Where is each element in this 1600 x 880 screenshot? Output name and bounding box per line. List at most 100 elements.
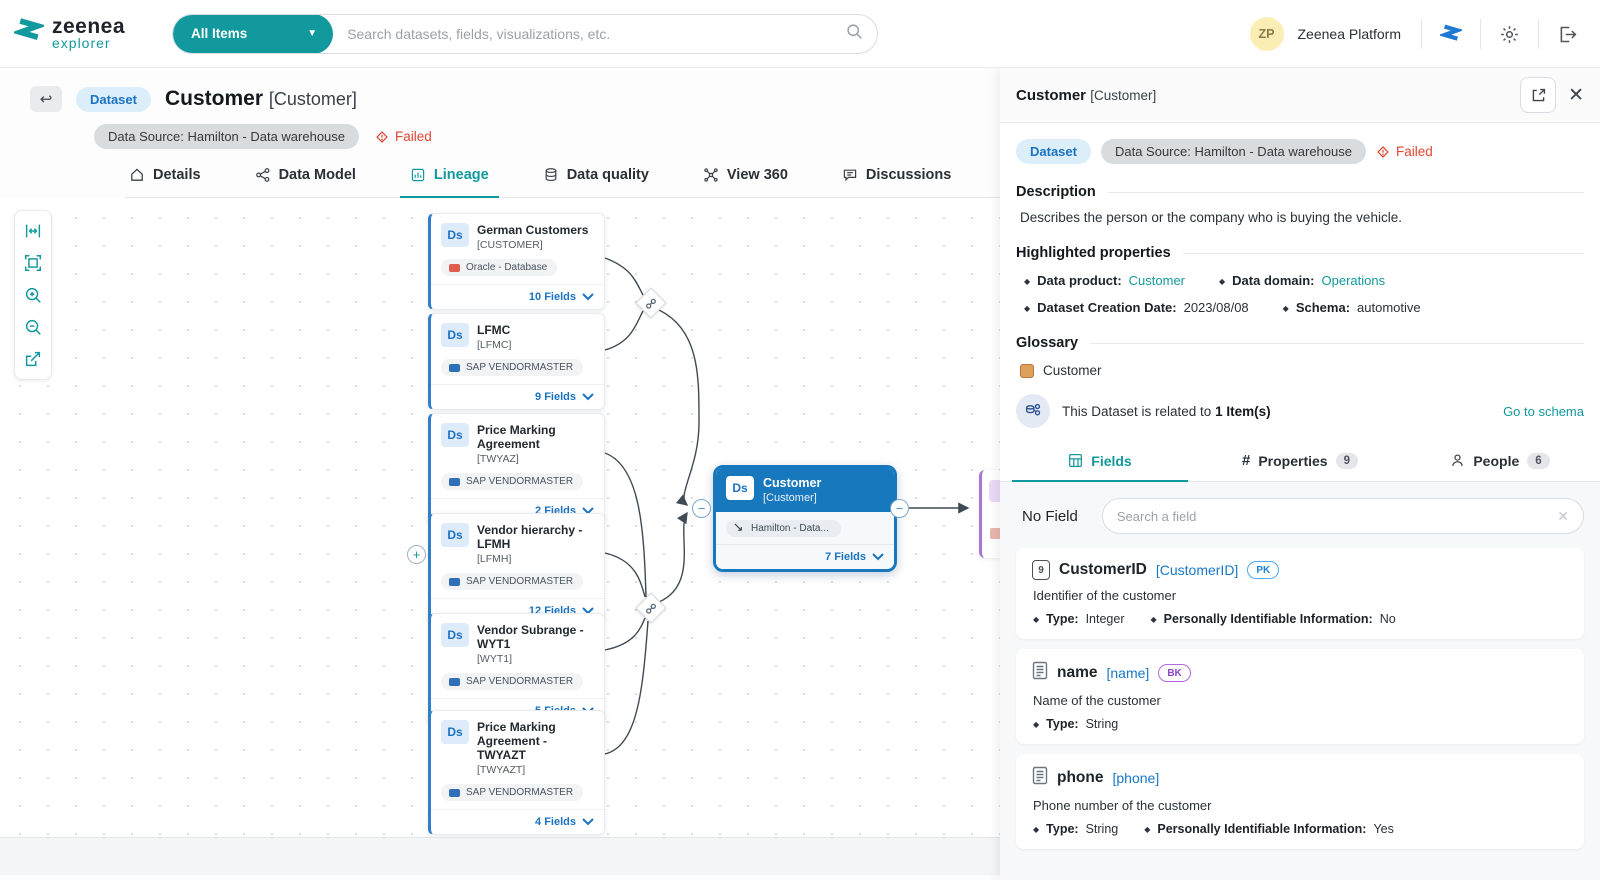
field-search-input[interactable] <box>1117 509 1557 524</box>
scope-selector-label: All Items <box>191 26 247 41</box>
fit-width-icon[interactable] <box>16 215 50 247</box>
node-title: German Customers <box>477 223 588 237</box>
lineage-node-partial[interactable] <box>979 470 1000 558</box>
lineage-node-german-customers[interactable]: Ds German Customers [CUSTOMER] Oracle - … <box>428 213 605 310</box>
prop-value: Yes <box>1373 822 1393 836</box>
zoom-in-icon[interactable] <box>16 279 50 311</box>
field-card-customerid[interactable]: 9 CustomerID [CustomerID] PK Identifier … <box>1016 548 1584 639</box>
details-panel: Customer [Customer] ✕ Dataset Data Sourc… <box>1000 68 1600 880</box>
search-input[interactable] <box>333 26 846 42</box>
property-schema: ◆Schema:automotive <box>1283 300 1421 315</box>
collapse-upstream-port[interactable]: − <box>692 499 711 518</box>
lineage-node-lfmc[interactable]: Ds LFMC [LFMC] SAP VENDORMASTER 9 Fields <box>428 313 605 410</box>
divider <box>1480 19 1481 49</box>
dataset-type-icon: Ds <box>441 523 469 547</box>
clear-search-icon[interactable]: ✕ <box>1557 508 1569 525</box>
fields-expander[interactable]: 9 Fields <box>431 384 604 409</box>
sap-icon <box>449 789 460 797</box>
settings-gear-icon[interactable] <box>1495 20 1524 49</box>
diamond-bullet-icon: ◆ <box>1219 277 1225 286</box>
search-icon[interactable] <box>846 23 863 45</box>
panel-tabs: Fields # Properties 9 People 6 <box>1000 442 1600 482</box>
diamond-bullet-icon: ◆ <box>1144 825 1150 834</box>
topbar: zeenea explorer All Items ▼ ZP Zeenea Pl… <box>0 0 1600 68</box>
go-to-schema-link[interactable]: Go to schema <box>1503 404 1584 419</box>
tab-data-quality[interactable]: Data quality <box>539 167 653 197</box>
no-field-label: No Field <box>1022 508 1078 525</box>
diamond-bullet-icon: ◆ <box>1024 277 1030 286</box>
tab-details[interactable]: Details <box>125 167 205 197</box>
home-icon <box>129 167 145 183</box>
model-icon <box>255 167 271 183</box>
failed-diamond-icon <box>1376 145 1390 159</box>
open-in-full-icon[interactable] <box>1520 77 1556 113</box>
connection-tag: SAP VENDORMASTER <box>441 784 583 801</box>
highlighted-properties-heading: Highlighted properties <box>1016 245 1171 261</box>
schema-icon <box>1016 394 1050 428</box>
field-code: [name] <box>1107 665 1150 681</box>
field-card-phone[interactable]: phone [phone] Phone number of the custom… <box>1016 754 1584 849</box>
connection-label: Oracle - Database <box>466 262 547 273</box>
close-icon[interactable]: ✕ <box>1568 84 1584 107</box>
bi-tool-icon <box>990 528 1000 539</box>
lineage-node-price-marking-twyazt[interactable]: Ds Price Marking Agreement - TWYAZT [TWY… <box>428 710 605 835</box>
panel-tab-people[interactable]: People 6 <box>1400 442 1600 481</box>
field-prop-pii: ◆Personally Identifiable Information:Yes <box>1144 822 1394 836</box>
zoom-out-icon[interactable] <box>16 311 50 343</box>
logo-brand: zeenea <box>52 17 125 37</box>
user-avatar[interactable]: ZP <box>1250 17 1284 51</box>
dataset-type-icon: Ds <box>441 323 469 347</box>
export-icon[interactable] <box>16 343 50 375</box>
fields-expander[interactable]: 7 Fields <box>716 544 894 569</box>
person-icon <box>1450 453 1465 468</box>
lineage-node-price-marking-agreement[interactable]: Ds Price Marking Agreement [TWYAZ] SAP V… <box>428 413 605 524</box>
node-code: [Customer] <box>763 492 821 504</box>
field-card-name[interactable]: name [name] BK Name of the customer ◆Typ… <box>1016 649 1584 744</box>
process-node[interactable] <box>635 287 666 318</box>
diamond-bullet-icon: ◆ <box>1033 720 1039 729</box>
main-tabs: Details Data Model Lineage Data quality … <box>125 167 1030 198</box>
divider <box>1183 253 1584 254</box>
fields-count: 9 Fields <box>535 391 576 403</box>
prop-label: Personally Identifiable Information: <box>1164 612 1373 626</box>
panel-tab-fields[interactable]: Fields <box>1000 442 1200 481</box>
node-title: Vendor Subrange - WYT1 <box>477 623 594 651</box>
status-label: Failed <box>1396 144 1433 159</box>
tab-discussions[interactable]: Discussions <box>838 167 955 197</box>
prop-label: Type: <box>1046 822 1078 836</box>
expand-upstream-port[interactable]: + <box>407 545 426 564</box>
fields-count: 10 Fields <box>529 291 576 303</box>
process-node[interactable] <box>635 592 666 623</box>
text-type-icon <box>1032 766 1048 790</box>
fields-expander[interactable]: 10 Fields <box>431 284 604 309</box>
connection-label: Hamilton - Data... <box>751 523 829 534</box>
property-value-link[interactable]: Operations <box>1322 273 1386 288</box>
platform-app-icon[interactable] <box>1436 19 1466 49</box>
panel-tab-properties[interactable]: # Properties 9 <box>1200 442 1400 481</box>
lineage-canvas[interactable]: Ds German Customers [CUSTOMER] Oracle - … <box>0 198 1000 838</box>
glossary-term[interactable]: Customer <box>1020 363 1584 378</box>
sap-icon <box>449 578 460 586</box>
panel-header: Customer [Customer] ✕ <box>1000 68 1600 123</box>
tab-data-model[interactable]: Data Model <box>251 167 360 197</box>
tab-view-360[interactable]: View 360 <box>699 167 792 197</box>
collapse-downstream-port[interactable]: − <box>890 499 909 518</box>
logout-icon[interactable] <box>1553 20 1582 49</box>
back-button[interactable]: ↩ <box>30 86 62 112</box>
dataset-type-icon: Ds <box>441 223 469 247</box>
property-label: Data product: <box>1037 273 1122 288</box>
tab-lineage[interactable]: Lineage <box>406 167 493 197</box>
link-icon <box>646 298 657 309</box>
sap-icon <box>449 478 460 486</box>
database-icon <box>543 167 559 183</box>
lineage-node-customer-focused[interactable]: Ds Customer [Customer] Hamilton - Data..… <box>713 465 897 572</box>
dataset-type-icon: Ds <box>726 476 754 500</box>
fit-screen-icon[interactable] <box>16 247 50 279</box>
property-value-link[interactable]: Customer <box>1129 273 1185 288</box>
lineage-node-vendor-subrange[interactable]: Ds Vendor Subrange - WYT1 [WYT1] SAP VEN… <box>428 613 605 724</box>
lineage-node-vendor-hierarchy[interactable]: Ds Vendor hierarchy - LFMH [LFMH] SAP VE… <box>428 513 605 624</box>
field-prop-type: ◆Type:String <box>1033 717 1118 731</box>
chevron-down-icon <box>872 553 884 561</box>
scope-selector-dropdown[interactable]: All Items ▼ <box>173 14 333 54</box>
fields-expander[interactable]: 4 Fields <box>431 809 604 834</box>
